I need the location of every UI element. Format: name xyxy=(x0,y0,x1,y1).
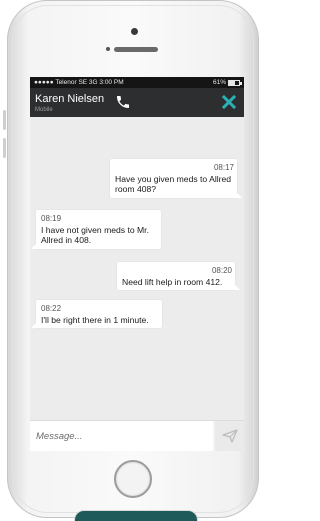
message-bubble-incoming: 08:19 I have not given meds to Mr. Allre… xyxy=(31,210,161,249)
battery-percent: 61% xyxy=(212,79,226,86)
message-bubble-outgoing: 08:17 Have you given meds to Allred room… xyxy=(110,159,242,198)
front-camera xyxy=(131,28,138,35)
message-list: 08:17 Have you given meds to Allred room… xyxy=(30,117,244,420)
message-text: Need lift help in room 412. xyxy=(122,276,223,287)
chat-header: Karen Nielsen Mobile xyxy=(30,88,244,117)
message-time: 08:17 xyxy=(213,163,234,172)
carrier-info: ●●●●● Telenor SE 3G 3:00 PM xyxy=(34,79,124,86)
message-text: I have not given meds to Mr. Allred in 4… xyxy=(41,224,149,246)
message-time: 08:22 xyxy=(41,304,62,313)
earpiece-speaker xyxy=(114,47,158,52)
message-input[interactable] xyxy=(30,421,213,451)
send-button[interactable] xyxy=(215,421,244,451)
phone-icon[interactable] xyxy=(115,94,131,110)
status-bar: ●●●●● Telenor SE 3G 3:00 PM 61% xyxy=(30,77,244,88)
volume-down-button xyxy=(3,138,6,158)
contact-name: Karen Nielsen xyxy=(35,93,105,105)
message-time: 08:20 xyxy=(211,266,232,275)
message-bubble-outgoing: 08:20 Need lift help in room 412. xyxy=(117,262,240,290)
battery-icon xyxy=(228,79,242,86)
send-icon xyxy=(221,429,238,443)
message-text: Have you given meds to Allred room 408? xyxy=(115,173,232,195)
home-button[interactable] xyxy=(114,460,152,498)
message-bubble-incoming: 08:22 I'll be right there in 1 minute. xyxy=(31,300,162,328)
proximity-sensor xyxy=(106,47,110,51)
contact-subtitle: Mobile xyxy=(35,107,53,113)
message-composer xyxy=(30,420,244,451)
battery-indicator: 61% xyxy=(212,79,242,86)
close-icon[interactable] xyxy=(222,95,236,109)
phone-screen: ●●●●● Telenor SE 3G 3:00 PM 61% Karen Ni… xyxy=(30,77,244,451)
volume-up-button xyxy=(3,110,6,130)
bottom-tab xyxy=(74,510,198,521)
message-time: 08:19 xyxy=(41,214,62,223)
message-text: I'll be right there in 1 minute. xyxy=(41,314,149,325)
